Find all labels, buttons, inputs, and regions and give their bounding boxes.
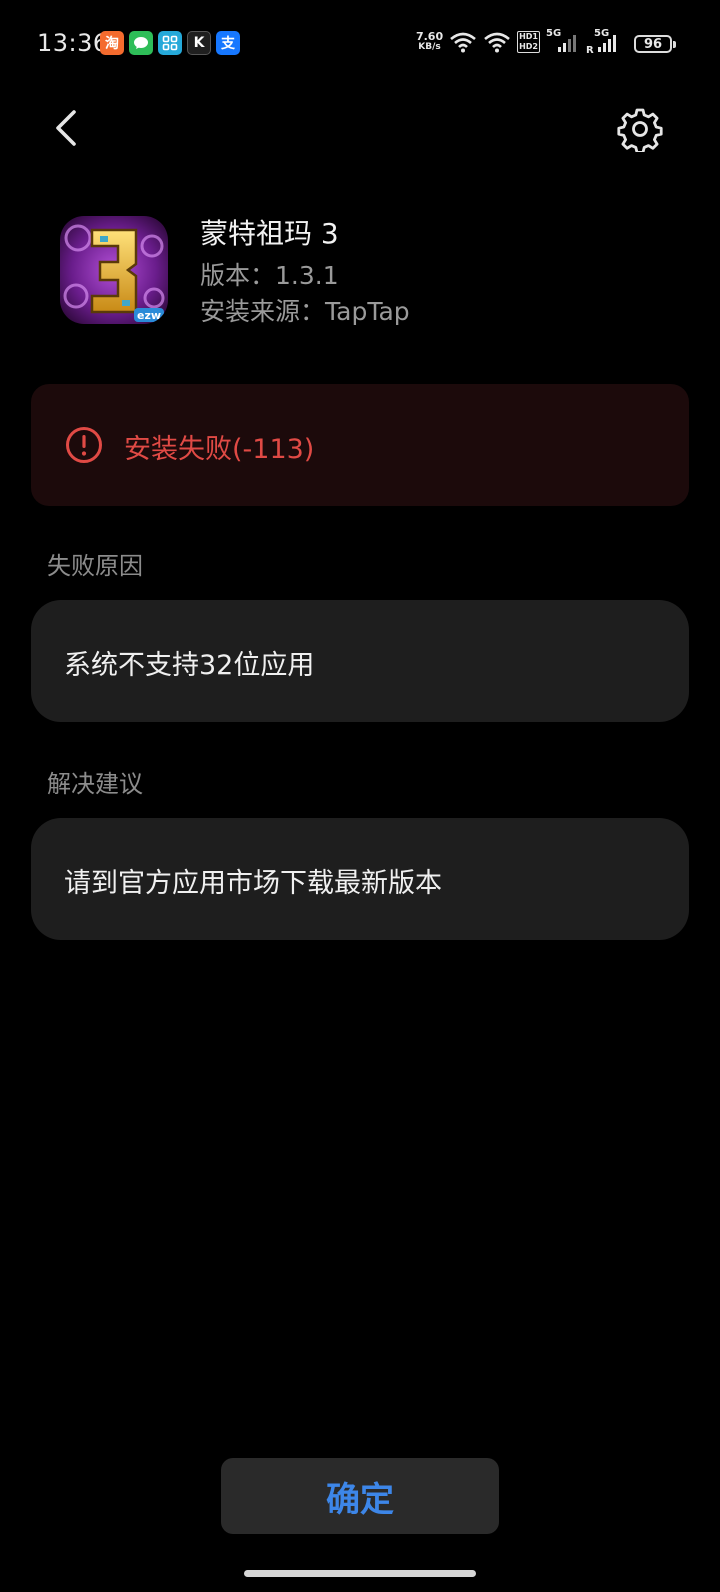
solution-text: 请到官方应用市场下载最新版本 [64,868,442,899]
failure-reason-text: 系统不支持32位应用 [64,650,315,681]
battery-indicator: 96 [634,35,676,53]
error-circle-icon [66,427,102,463]
settings-button[interactable] [617,106,663,154]
app-grid-icon [158,31,182,55]
failure-reason-card: 系统不支持32位应用 [31,600,689,722]
alipay-icon: 支 [216,31,240,55]
status-bar: 13:36 淘 K 支 7.60 KB/s HD1 HD2 5G 5G R 96 [0,0,720,86]
wifi-icon [450,32,476,53]
error-message: 安装失败(-113) [124,434,315,465]
failure-reason-label: 失败原因 [47,552,143,580]
signal-sim2-icon: 5G R [586,28,620,56]
svg-text:ezw: ezw [137,309,161,322]
chevron-left-icon [56,110,76,146]
gear-icon [617,108,663,154]
back-button[interactable] [46,106,90,150]
error-banner: 安装失败(-113) [31,384,689,506]
app-icon: ezw [60,216,168,324]
app-name: 蒙特祖玛 3 [200,217,339,250]
status-time: 13:36 [37,29,109,57]
signal-sim1-icon: 5G [546,28,580,54]
install-failure-screen: 13:36 淘 K 支 7.60 KB/s HD1 HD2 5G 5G R 96… [0,0,720,1592]
taobao-icon: 淘 [100,31,124,55]
wechat-icon [129,31,153,55]
home-indicator[interactable] [244,1570,476,1577]
hd-voice-icon: HD1 HD2 [517,31,540,53]
confirm-button[interactable]: 确定 [221,1458,499,1534]
solution-label: 解决建议 [47,770,143,798]
network-speed: 7.60 KB/s [415,30,444,52]
wifi-icon-2 [484,32,510,53]
app-version: 版本：1.3.1 [200,261,339,290]
app-install-source: 安装来源：TapTap [200,297,410,326]
k-app-icon: K [187,31,211,55]
notification-icons: 淘 K 支 [100,31,240,55]
solution-card: 请到官方应用市场下载最新版本 [31,818,689,940]
